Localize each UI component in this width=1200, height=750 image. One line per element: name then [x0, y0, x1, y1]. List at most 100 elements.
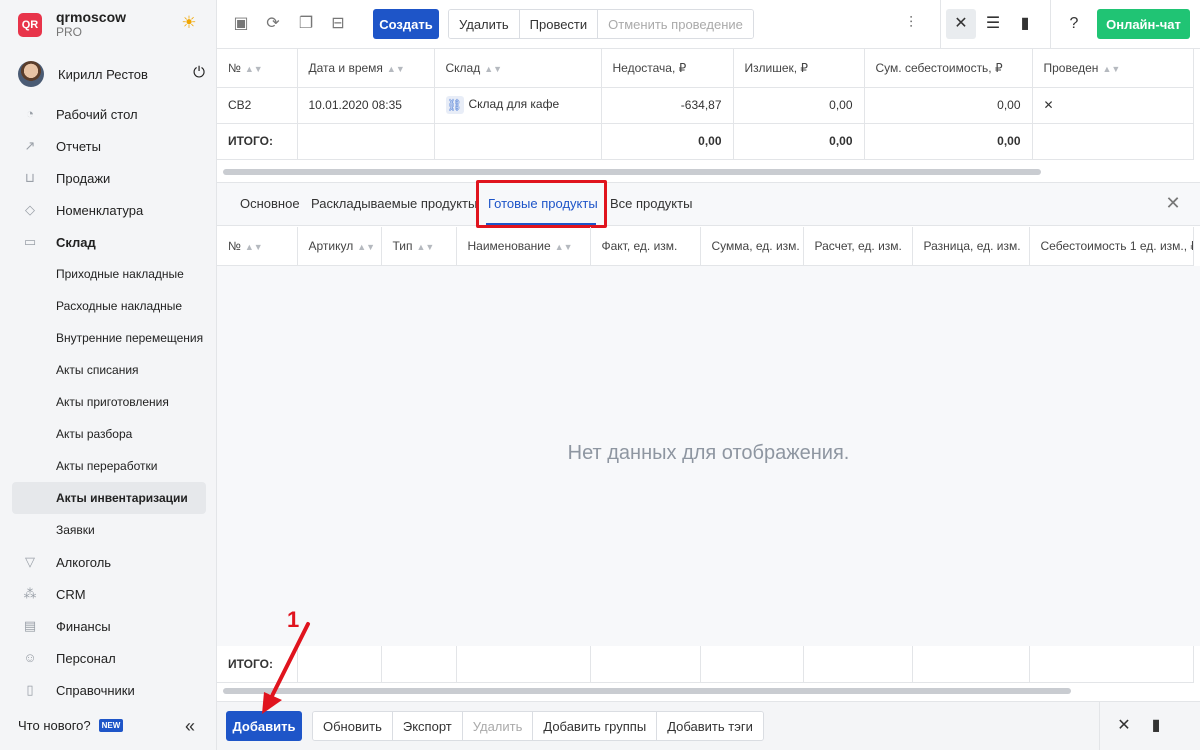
product-actions: Обновить Экспорт Удалить Добавить группы… — [312, 711, 764, 741]
column-header[interactable]: Сумма, ед. изм. — [700, 227, 804, 266]
nav-item-staff[interactable]: ☺ Персонал — [12, 642, 206, 674]
nav-sub-item[interactable]: Акты приготовления — [12, 386, 206, 418]
column-header[interactable]: № ▲▼ — [217, 49, 298, 88]
close-icon[interactable]: ✕ — [1163, 193, 1183, 213]
nav-sub-item[interactable]: Акты переработки — [12, 450, 206, 482]
nav-item-alcohol[interactable]: ▽ Алкоголь — [12, 546, 206, 578]
delete-row-button[interactable]: Удалить — [462, 712, 534, 740]
post-button[interactable]: Провести — [519, 10, 599, 38]
brand[interactable]: QR qrmoscow PRO — [18, 10, 126, 39]
table-row[interactable]: СВ2 10.01.2020 08:35 ⛓ Склад для кафе -63… — [217, 87, 1194, 124]
create-button[interactable]: Создать — [373, 9, 439, 39]
nav-item-finance[interactable]: ▤ Финансы — [12, 610, 206, 642]
sort-icon: ▲▼ — [244, 241, 263, 252]
add-tags-button[interactable]: Добавить тэги — [657, 712, 763, 740]
avatar — [18, 61, 44, 87]
nav-sub-item[interactable]: Расходные накладные — [12, 290, 206, 322]
column-header[interactable]: Разница, ед. изм. — [912, 227, 1030, 266]
book-icon: ▯ — [26, 682, 34, 697]
cell-posted-x-icon: ✕ — [1032, 87, 1194, 124]
cell-number: СВ2 — [217, 87, 298, 124]
nav-sub-item[interactable]: Заявки — [12, 514, 206, 546]
total-cost: 0,00 — [864, 123, 1033, 160]
collapse-sidebar-icon[interactable]: « — [185, 716, 195, 737]
power-icon[interactable]: ⏻ — [190, 64, 208, 82]
column-header[interactable]: Склад ▲▼ — [434, 49, 602, 88]
nav-item-directories[interactable]: ▯ Справочники — [12, 674, 206, 706]
column-header[interactable]: Факт, ед. изм. — [590, 227, 701, 266]
column-header[interactable]: Расчет, ед. изм. — [803, 227, 913, 266]
user-profile[interactable]: Кирилл Рестов ⏻ — [18, 60, 208, 88]
nav-sub-item[interactable]: Приходные накладные — [12, 258, 206, 290]
refresh-button[interactable]: Обновить — [313, 712, 393, 740]
nav-label: Номенклатура — [56, 202, 144, 218]
unpost-button[interactable]: Отменить проведение — [598, 10, 753, 38]
help-icon[interactable]: ? — [1063, 13, 1085, 35]
column-header[interactable]: Сум. себестоимость, ₽ — [864, 49, 1033, 88]
tab-all-products[interactable]: Все продукты — [610, 183, 692, 226]
column-header[interactable]: Дата и время ▲▼ — [297, 49, 435, 88]
people-icon: ⁂ — [23, 586, 37, 601]
column-header[interactable]: Наименование ▲▼ — [456, 227, 591, 266]
tab-decomposable-products[interactable]: Раскладываемые продукты — [311, 183, 477, 226]
nav-sub-item[interactable]: Внутренние перемещения — [12, 322, 206, 354]
export-button[interactable]: Экспорт — [392, 712, 463, 740]
nav-sub-item[interactable]: Акты списания — [12, 354, 206, 386]
link-icon[interactable]: ⛓ — [445, 96, 464, 114]
sort-icon: ▲▼ — [554, 241, 573, 252]
online-chat-button[interactable]: Онлайн-чат — [1097, 9, 1190, 39]
step-number: 1 — [287, 607, 300, 632]
main-content: ▣ ⟳ ❐ ⊟ Создать Удалить Провести Отменит… — [217, 0, 1200, 750]
nav-item-warehouse[interactable]: ▭ Склад — [12, 226, 206, 258]
column-header[interactable]: Проведен ▲▼ — [1032, 49, 1194, 88]
tag-icon: ◇ — [25, 202, 35, 217]
tools-icon[interactable]: ✕ — [1113, 715, 1135, 737]
nav-item-sales[interactable]: ⊔ Продажи — [12, 162, 206, 194]
detail-tabs: Основное Раскладываемые продукты Готовые… — [217, 182, 1200, 226]
save-icon[interactable]: ▣ — [230, 13, 252, 35]
column-header[interactable]: Излишек, ₽ — [733, 49, 865, 88]
whats-new-link[interactable]: Что нового? NEW — [18, 718, 124, 733]
nav-item-crm[interactable]: ⁂ CRM — [12, 578, 206, 610]
products-table: № ▲▼ Артикул ▲▼ Тип ▲▼ Наименование ▲▼ Факт,… — [217, 227, 1194, 266]
nav-item-desktop[interactable]: ◔ Рабочий стол — [12, 98, 206, 130]
sort-icon: ▲▼ — [1102, 63, 1121, 74]
inbox-icon[interactable]: ⊟ — [327, 13, 349, 35]
add-groups-button[interactable]: Добавить группы — [533, 712, 658, 740]
nav-sub-item-inventory-active[interactable]: Акты инвентаризации — [12, 482, 206, 514]
cell-shortage: -634,87 — [601, 87, 734, 124]
dashboard-icon: ◔ — [26, 106, 34, 121]
empty-message: Нет данных для отображения. — [567, 442, 850, 464]
horizontal-scrollbar[interactable] — [223, 169, 1041, 175]
column-header[interactable]: Себестоимость 1 ед. изм., ₽ — [1029, 227, 1194, 266]
tab-main[interactable]: Основное — [240, 183, 300, 226]
sort-icon: ▲▼ — [416, 241, 435, 252]
table-header-row: № ▲▼ Артикул ▲▼ Тип ▲▼ Наименование ▲▼ Факт,… — [217, 227, 1194, 266]
column-header[interactable]: Недостача, ₽ — [601, 49, 734, 88]
column-header[interactable]: Тип ▲▼ — [381, 227, 457, 266]
nav-label: Отчеты — [56, 138, 101, 154]
cell-warehouse[interactable]: ⛓ Склад для кафе — [434, 87, 602, 124]
list-icon[interactable]: ☰ — [982, 13, 1004, 35]
table-header-row: № ▲▼ Дата и время ▲▼ Склад ▲▼ Недостача, ₽ … — [217, 49, 1194, 88]
filter-sliders-icon[interactable]: ⫶ — [900, 13, 922, 35]
toolbar-divider — [1099, 702, 1100, 750]
cell-datetime: 10.01.2020 08:35 — [297, 87, 435, 124]
sun-icon[interactable]: ☀ — [180, 14, 198, 32]
nav-label: Алкоголь — [56, 554, 112, 570]
total-shortage: 0,00 — [601, 123, 734, 160]
refresh-icon[interactable]: ⟳ — [262, 13, 284, 35]
column-header[interactable]: № ▲▼ — [217, 227, 298, 266]
nav-item-reports[interactable]: ↗ Отчеты — [12, 130, 206, 162]
nav-item-nomenclature[interactable]: ◇ Номенклатура — [12, 194, 206, 226]
horizontal-scrollbar[interactable] — [223, 688, 1071, 694]
trash-icon[interactable]: ▮ — [1014, 13, 1036, 35]
copy-icon[interactable]: ❐ — [295, 13, 317, 35]
column-header[interactable]: Артикул ▲▼ — [297, 227, 382, 266]
delete-button[interactable]: Удалить — [449, 10, 520, 38]
trash-icon[interactable]: ▮ — [1145, 715, 1167, 737]
tools-icon[interactable]: ✕ — [950, 13, 972, 35]
nav-sub-item[interactable]: Акты разбора — [12, 418, 206, 450]
document-actions: Удалить Провести Отменить проведение — [448, 9, 754, 39]
products-total-table: ИТОГО: — [217, 646, 1194, 683]
